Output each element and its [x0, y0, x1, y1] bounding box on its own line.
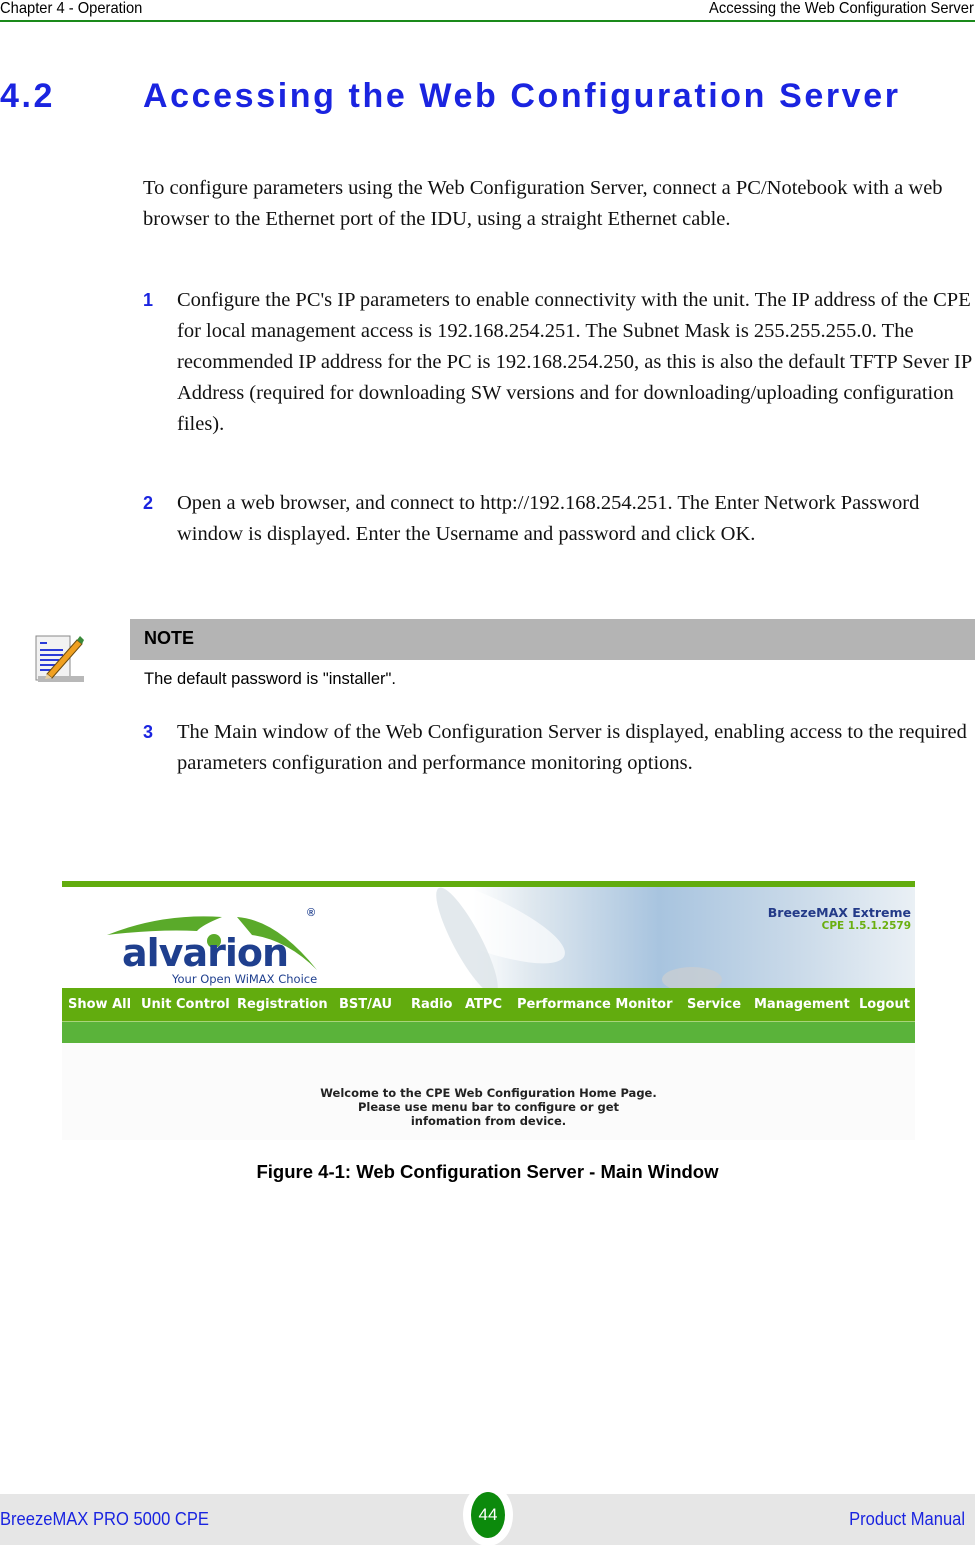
menu-performance-monitor[interactable]: Performance Monitor: [517, 997, 673, 1012]
welcome-line: Welcome to the CPE Web Configuration Hom…: [320, 1086, 657, 1100]
menu-unit-control[interactable]: Unit Control: [141, 997, 230, 1012]
step-number: 1: [143, 290, 154, 310]
running-header: Chapter 4 - Operation Accessing the Web …: [0, 0, 975, 22]
section-title: Accessing the Web Configuration Server: [143, 77, 901, 115]
menu-bar: Show All Unit Control Registration BST/A…: [62, 988, 915, 1022]
step-text: Configure the PC's IP parameters to enab…: [177, 289, 972, 435]
feather-decoration: [662, 967, 722, 988]
note-header-bar: NOTE: [130, 619, 975, 660]
product-name: BreezeMAX Extreme: [767, 905, 911, 920]
note-text: The default password is "installer".: [144, 670, 396, 688]
menu-bst-au[interactable]: BST/AU: [339, 997, 392, 1012]
welcome-line: infomation from device.: [410, 1114, 567, 1128]
menu-management[interactable]: Management: [754, 997, 850, 1012]
page-footer: BreezeMAX PRO 5000 CPE 44 Product Manual: [0, 1484, 975, 1546]
web-config-screenshot: alvarion Your Open WiMAX Choice ® Breeze…: [62, 881, 915, 1140]
chapter-label: Chapter 4 - Operation: [0, 0, 143, 17]
menu-radio[interactable]: Radio: [411, 997, 452, 1012]
menu-registration[interactable]: Registration: [237, 997, 328, 1012]
menu-logout[interactable]: Logout: [859, 997, 910, 1012]
menu-service[interactable]: Service: [687, 997, 741, 1012]
note-label: NOTE: [144, 628, 195, 648]
welcome-line: Please use menu bar to configure or get: [357, 1100, 620, 1114]
registered-mark: ®: [307, 907, 316, 919]
page-number: 44: [471, 1492, 505, 1538]
menu-show-all[interactable]: Show All: [68, 997, 131, 1012]
menu-atpc[interactable]: ATPC: [465, 997, 502, 1012]
banner: alvarion Your Open WiMAX Choice ® Breeze…: [62, 881, 915, 988]
step-text: The Main window of the Web Configuration…: [177, 721, 967, 774]
sub-menu-bar: [62, 1022, 915, 1043]
footer-product: BreezeMAX PRO 5000 CPE: [0, 1509, 209, 1529]
section-label: Accessing the Web Configuration Server: [709, 0, 974, 17]
step-number: 3: [143, 722, 154, 742]
alvarion-logo: alvarion: [122, 931, 289, 975]
step-number: 2: [143, 493, 154, 513]
section-number: 4.2: [0, 77, 56, 115]
product-version: CPE 1.5.1.2579: [821, 920, 911, 932]
note-pencil-icon: [35, 632, 85, 684]
welcome-message: Welcome to the CPE Web Configuration Hom…: [62, 1086, 915, 1128]
logo-tagline: Your Open WiMAX Choice: [172, 972, 318, 986]
step-text: Open a web browser, and connect to http:…: [177, 492, 920, 545]
footer-doc-type: Product Manual: [849, 1509, 965, 1529]
caption-text: Figure 4-1: Web Configuration Server - M…: [256, 1161, 719, 1182]
figure-caption: Figure 4-1: Web Configuration Server - M…: [0, 1161, 975, 1183]
intro-paragraph: To configure parameters using the Web Co…: [143, 177, 943, 230]
